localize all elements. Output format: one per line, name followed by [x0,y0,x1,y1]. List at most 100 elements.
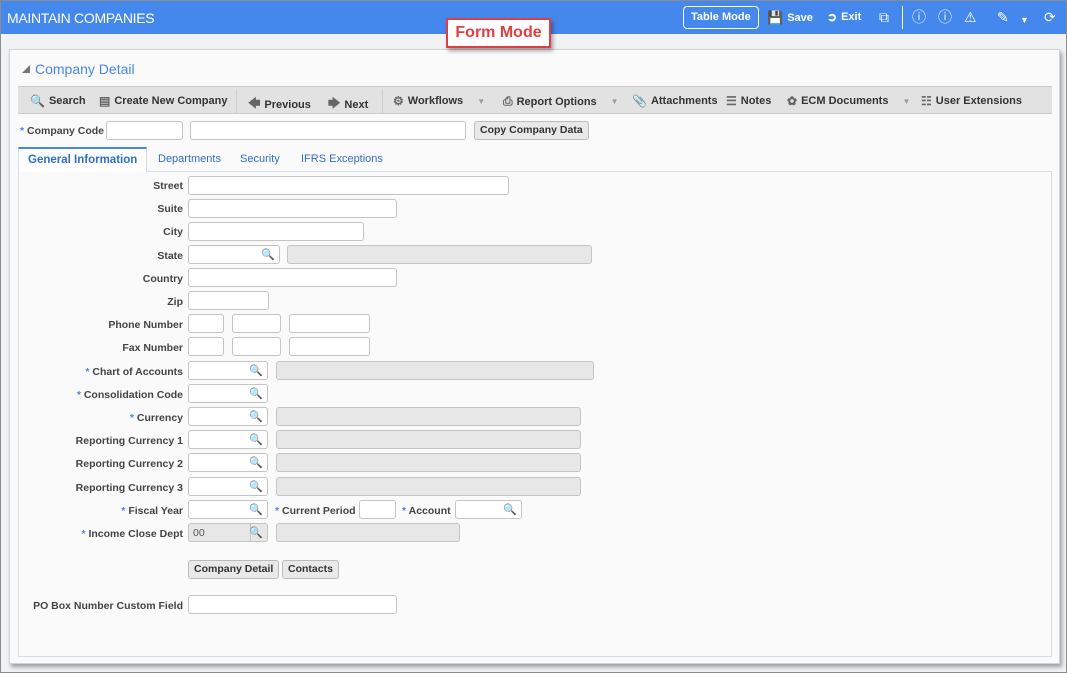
table-mode-button[interactable]: Table Mode [683,6,759,29]
contacts-button[interactable]: Contacts [282,560,339,579]
notes-label: Notes [740,95,772,107]
company-name-input[interactable] [190,121,466,140]
reporting-currency-1-description [276,430,581,449]
company-detail-button[interactable]: Company Detail [188,560,280,579]
consolidation-code-input[interactable]: 🔍 [188,384,268,403]
window-title: MAINTAIN COMPANIES [7,10,155,26]
currency-label: * Currency [130,412,183,424]
ecm-icon: ✿ [787,94,798,108]
search-icon[interactable]: 🔍 [249,503,263,516]
workflows-button[interactable]: ⚙ Workflows ▼ [393,94,485,108]
po-box-input[interactable] [188,595,397,614]
copy-company-data-button[interactable]: Copy Company Data [474,121,589,140]
income-close-dept-input[interactable]: 00 🔍 [188,523,268,542]
phone-line-input[interactable] [289,314,370,333]
search-icon[interactable]: 🔍 [249,387,263,400]
previous-button[interactable]: 🡄 Previous [248,94,311,115]
income-close-dept-label: * Income Close Dept [81,528,183,540]
fax-number-label: Fax Number [122,342,183,354]
tab-ifrs-exceptions[interactable]: IFRS Exceptions [292,147,392,172]
required-mark: * [20,125,25,137]
suite-input[interactable] [188,199,397,218]
section-header[interactable]: Company Detail [22,61,135,77]
income-close-dept-description [276,523,460,542]
label-text: Current Period [282,505,356,517]
ecm-label: ECM Documents [801,95,889,107]
zip-input[interactable] [188,291,269,310]
search-icon[interactable]: 🔍 [249,456,263,469]
report-options-button[interactable]: ⎙ Report Options ▼ [503,94,619,109]
company-detail-panel: Company Detail 🔍 Search ▤ Create New Compa… [9,49,1060,664]
account-label: * Account [402,505,451,517]
exit-button[interactable]: ➲ Exit [827,10,861,24]
reporting-currency-2-label: Reporting Currency 2 [75,458,183,470]
search-icon[interactable]: 🔍 [249,433,263,446]
arrow-right-icon: 🡆 [328,96,341,110]
chart-of-accounts-input[interactable]: 🔍 [188,361,268,380]
street-input[interactable] [188,176,509,195]
zip-label: Zip [167,296,183,308]
label-text: Chart of Accounts [92,366,183,378]
search-icon[interactable]: 🔍 [249,410,263,423]
workflows-label: Workflows [407,95,464,107]
reporting-currency-3-description [276,477,581,496]
help-icon[interactable]: ⓘ [938,9,952,25]
city-input[interactable] [188,222,364,241]
save-icon: 💾 [767,10,784,25]
arrow-left-icon: 🡄 [248,96,261,110]
search-icon[interactable]: 🔍 [249,480,263,493]
fiscal-year-input[interactable]: 🔍 [188,500,268,519]
warning-icon[interactable]: ⚠ [964,9,977,25]
company-code-input[interactable] [106,121,183,140]
attachments-label: Attachments [650,95,718,107]
reporting-currency-2-description [276,453,581,472]
currency-description [276,407,581,426]
gears-icon: ⚙ [393,94,404,108]
chevron-down-icon[interactable]: ▼ [611,97,619,106]
copy-icon[interactable]: ⧉ [879,9,889,25]
reporting-currency-2-input[interactable]: 🔍 [188,453,268,472]
country-input[interactable] [188,268,397,287]
current-period-label: * Current Period [275,505,356,517]
tab-general-information[interactable]: General Information [18,147,148,173]
fax-prefix-input[interactable] [232,337,281,356]
save-button[interactable]: 💾 Save [767,10,813,26]
create-new-company-button[interactable]: ▤ Create New Company [99,94,227,108]
chevron-down-icon[interactable]: ▼ [902,97,910,106]
user-extensions-label: User Extensions [935,95,1022,107]
info-icon[interactable]: ⓘ [912,9,926,25]
currency-input[interactable]: 🔍 [188,407,268,426]
search-icon[interactable]: 🔍 [503,503,517,516]
current-period-input[interactable] [359,500,396,519]
required-mark: * [76,389,81,401]
tab-security[interactable]: Security [231,147,289,172]
reporting-currency-3-input[interactable]: 🔍 [188,477,268,496]
search-icon[interactable]: 🔍 [249,526,263,539]
reporting-currency-1-input[interactable]: 🔍 [188,430,268,449]
user-extensions-button[interactable]: ☷ User Extensions [921,94,1022,108]
account-input[interactable]: 🔍 [455,500,522,519]
fax-line-input[interactable] [289,337,370,356]
search-button[interactable]: 🔍 Search [30,94,86,108]
collapse-icon[interactable] [22,65,30,73]
phone-area-input[interactable] [188,314,224,333]
company-code-label: * Company Code [20,125,104,137]
search-icon[interactable]: 🔍 [261,248,275,261]
search-icon[interactable]: 🔍 [249,364,263,377]
refresh-icon[interactable]: ⟳ [1044,9,1056,25]
phone-prefix-input[interactable] [232,314,281,333]
dropdown-icon[interactable]: ▼ [1020,12,1029,28]
next-button[interactable]: 🡆 Next [328,94,368,115]
separator [382,89,383,113]
search-label: Search [48,95,86,107]
hierarchy-icon: ☷ [921,94,932,108]
notes-button[interactable]: ☰ Notes [726,94,771,108]
label-text: Account [408,505,451,517]
chevron-down-icon[interactable]: ▼ [477,97,485,106]
fax-area-input[interactable] [188,337,224,356]
state-input[interactable]: 🔍 [188,245,280,264]
attachments-button[interactable]: 📎 Attachments [632,94,718,108]
edit-icon[interactable]: ✎ [997,9,1009,25]
tab-departments[interactable]: Departments [149,147,230,172]
ecm-documents-button[interactable]: ✿ ECM Documents ▼ [787,94,910,108]
